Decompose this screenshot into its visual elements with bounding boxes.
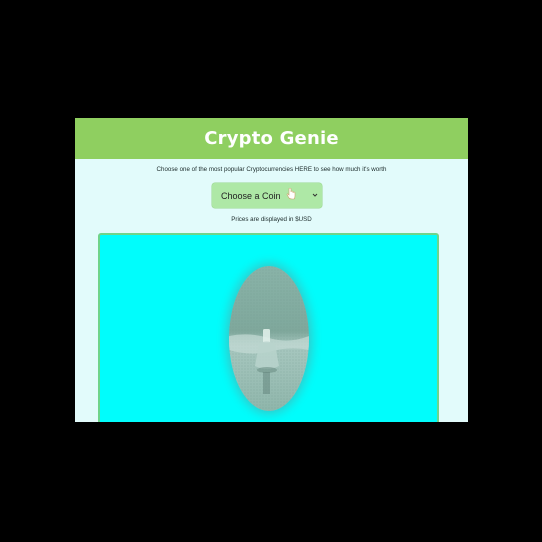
app-window: Crypto Genie Choose one of the most popu… [75, 118, 468, 422]
intro-text: Choose one of the most popular Cryptocur… [156, 166, 387, 173]
coin-select-value: Choose a Coin [221, 190, 281, 201]
header-bar: Crypto Genie [75, 118, 468, 159]
genie-lamp-image [229, 266, 309, 411]
hand-pointer-icon [286, 188, 296, 200]
price-display-panel [98, 233, 439, 422]
chevron-down-icon [312, 193, 318, 197]
currency-note: Prices are displayed in $USD [231, 216, 312, 223]
coin-select[interactable]: Choose a Coin [212, 183, 322, 208]
page-title: Crypto Genie [204, 128, 339, 149]
